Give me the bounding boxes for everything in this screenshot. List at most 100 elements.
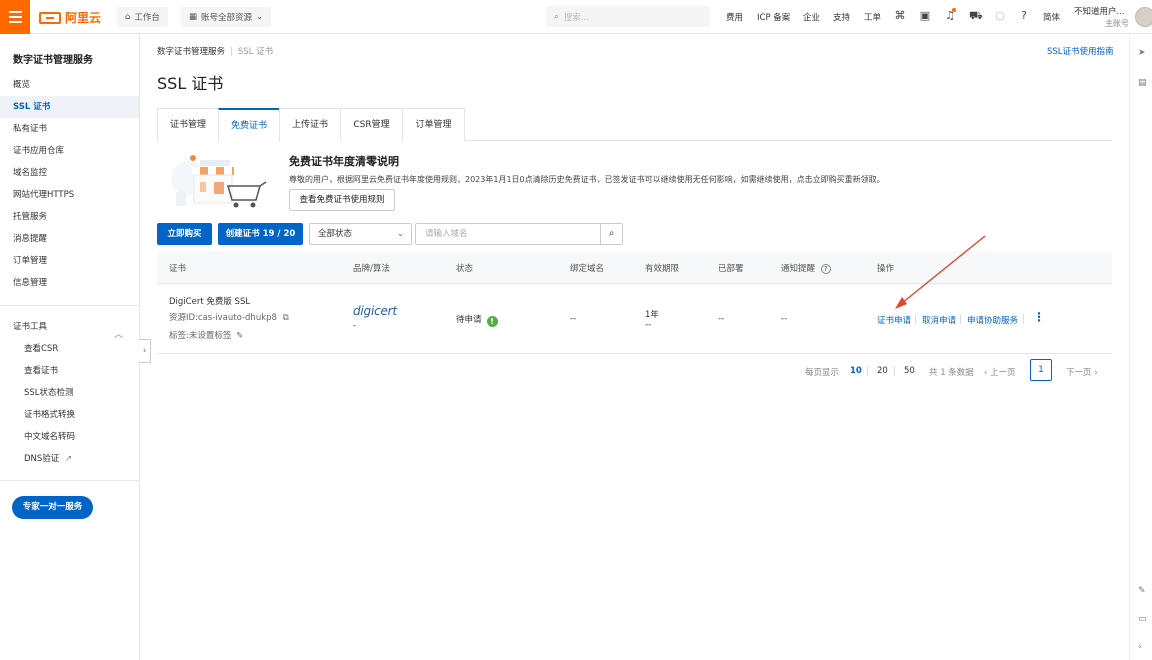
expert-service-button[interactable]: 专家一对一服务 (12, 496, 93, 519)
sidebar-item-ssl-check[interactable]: SSL状态检测 (0, 382, 139, 404)
language-switch[interactable]: 简体 (1043, 11, 1060, 23)
page-number-current[interactable]: 1 (1030, 359, 1052, 381)
sidebar-item-hosting[interactable]: 托管服务 (0, 206, 139, 228)
table-header: 证书 品牌/算法 状态 绑定域名 有效期限 已部署 通知提醒 ? 操作 (157, 251, 1112, 284)
chat-icon[interactable]: ▭ (1138, 614, 1147, 624)
shop-cart-illustration (171, 155, 267, 208)
search-icon[interactable]: ⌕ (600, 223, 623, 245)
sidebar-item-orders[interactable]: 订单管理 (0, 250, 139, 272)
op-separator (960, 314, 961, 324)
account-type: 主账号 (1105, 19, 1129, 28)
col-cert: 证书 (169, 264, 187, 274)
tab-upload-cert[interactable]: 上传证书 (279, 108, 341, 141)
nav-support[interactable]: 支持 (833, 11, 850, 23)
cursor-icon[interactable]: ➤ (1138, 48, 1146, 58)
help-icon[interactable]: ? (1018, 10, 1030, 22)
ssl-guide-link[interactable]: SSL证书使用指南 (1047, 45, 1114, 57)
nav-billing[interactable]: 费用 (726, 11, 743, 23)
more-icon[interactable]: ⋮ (1033, 311, 1045, 323)
col-status: 状态 (456, 264, 474, 274)
cart-icon[interactable]: ⛟ (969, 10, 983, 22)
sidebar-item-domain-monitor[interactable]: 域名监控 (0, 162, 139, 184)
sidebar-divider (0, 305, 139, 306)
tab-order-management[interactable]: 订单管理 (402, 108, 465, 141)
buy-now-button[interactable]: 立即购买 (157, 223, 212, 245)
page-size-50[interactable]: 50 (904, 366, 915, 376)
chevron-right-icon: › (1094, 368, 1098, 378)
help-icon[interactable]: ? (820, 264, 831, 274)
edit-icon[interactable]: ✎ (236, 331, 243, 341)
apply-cert-link[interactable]: 证书申请 (877, 314, 911, 326)
nav-icp[interactable]: ICP 备案 (757, 11, 790, 23)
resource-scope-dropdown[interactable]: ▦ 账号全部资源 ⌄ (181, 7, 272, 27)
sidebar-item-https-proxy[interactable]: 网站代理HTTPS (0, 184, 139, 206)
sidebar-item-idn-convert[interactable]: 中文域名转码 (0, 426, 139, 448)
sidebar-item-notifications[interactable]: 消息提醒 (0, 228, 139, 250)
status-filter-select[interactable]: 全部状态 ⌄ (309, 223, 412, 245)
digicert-logo: digicert (353, 304, 397, 318)
aliyun-logo[interactable]: 阿里云 (39, 9, 101, 26)
tab-csr-management[interactable]: CSR管理 (340, 108, 403, 141)
image-icon[interactable]: ▣ (919, 10, 931, 22)
create-cert-button[interactable]: 创建证书 19 / 20 (218, 223, 303, 245)
status-badge: 待申请! (456, 313, 498, 327)
global-search[interactable]: ⌕ 搜索... (546, 6, 710, 27)
sidebar-item-format-convert[interactable]: 证书格式转换 (0, 404, 139, 426)
sidebar-collapse-toggle[interactable]: ‹ (139, 339, 151, 363)
sidebar-item-view-cert[interactable]: 查看证书 (0, 360, 139, 382)
notice-title: 免费证书年度清零说明 (289, 155, 399, 168)
assist-service-link[interactable]: 申请协助服务 (967, 314, 1018, 326)
search-icon: ⌕ (554, 11, 559, 22)
op-separator (915, 314, 916, 324)
col-actions: 操作 (877, 264, 895, 274)
col-notify: 通知提醒 ? (781, 262, 831, 274)
notification-dot (952, 8, 956, 12)
nav-enterprise[interactable]: 企业 (803, 11, 820, 23)
tab-cert-management[interactable]: 证书管理 (157, 108, 219, 141)
user-name[interactable]: 不知道用户... (1074, 5, 1125, 17)
document-icon[interactable]: ▤ (1138, 78, 1147, 88)
lightbulb-icon[interactable]: ○ (994, 10, 1006, 22)
deployed: -- (718, 314, 725, 324)
tab-free-cert[interactable]: 免费证书 (218, 108, 280, 142)
code-icon[interactable]: ⌘ (894, 10, 906, 22)
nav-ticket[interactable]: 工单 (864, 11, 881, 23)
page-size-10[interactable]: 10 (850, 366, 862, 376)
cancel-apply-link[interactable]: 取消申请 (922, 314, 956, 326)
tab-bar: 证书管理 免费证书 上传证书 CSR管理 订单管理 (157, 108, 1112, 142)
sidebar-item-dns-verify[interactable]: DNS验证 ↗ (0, 448, 139, 470)
sidebar-item-view-csr[interactable]: 查看CSR (0, 338, 139, 360)
sidebar-item-ssl[interactable]: SSL 证书 (0, 96, 139, 118)
domain-search-input[interactable] (415, 223, 601, 245)
external-link-icon: ↗ (65, 454, 73, 464)
avatar[interactable] (1135, 7, 1152, 27)
prev-page-button[interactable]: ‹ 上一页 (984, 366, 1016, 378)
info-icon[interactable]: ! (486, 316, 498, 327)
chevron-right-icon[interactable]: › (1138, 642, 1142, 652)
validity-sub: -- (645, 320, 652, 330)
cert-name: DigiCert 免费版 SSL (169, 297, 251, 307)
view-free-cert-rules-button[interactable]: 查看免费证书使用规则 (289, 189, 395, 211)
menu-icon[interactable] (0, 0, 30, 34)
breadcrumb-root[interactable]: 数字证书管理服务 (157, 47, 225, 57)
copy-icon[interactable]: ⧉ (283, 313, 289, 323)
home-icon: ⌂ (125, 12, 131, 22)
sidebar-item-overview[interactable]: 概览 (0, 74, 139, 96)
right-tool-rail: ➤ ▤ ✎ ▭ › (1129, 34, 1152, 660)
top-nav-bar: 阿里云 ⌂ 工作台 ▦ 账号全部资源 ⌄ ⌕ 搜索... 费用 ICP 备案 企… (0, 0, 1152, 34)
sidebar-divider-2 (0, 480, 139, 481)
sidebar-item-cert-repo[interactable]: 证书应用仓库 (0, 140, 139, 162)
col-deployed: 已部署 (718, 264, 744, 274)
table-row: DigiCert 免费版 SSL 资源ID:cas-ivauto-dhukp8 … (157, 284, 1112, 354)
sidebar-item-private-cert[interactable]: 私有证书 (0, 118, 139, 140)
next-page-button[interactable]: 下一页 › (1066, 366, 1098, 378)
workbench-button[interactable]: ⌂ 工作台 (117, 7, 168, 27)
sidebar: 数字证书管理服务 概览 SSL 证书 私有证书 证书应用仓库 域名监控 网站代理… (0, 34, 140, 660)
edit-icon[interactable]: ✎ (1138, 586, 1146, 596)
per-page-label: 每页显示 (805, 368, 840, 378)
notice-text: 尊敬的用户，根据阿里云免费证书年度使用规则，2023年1月1日0点清除历史免费证… (289, 175, 885, 184)
col-brand: 品牌/算法 (353, 264, 390, 274)
notify: -- (781, 314, 788, 324)
page-size-20[interactable]: 20 (877, 366, 888, 376)
sidebar-item-info[interactable]: 信息管理 (0, 272, 139, 294)
